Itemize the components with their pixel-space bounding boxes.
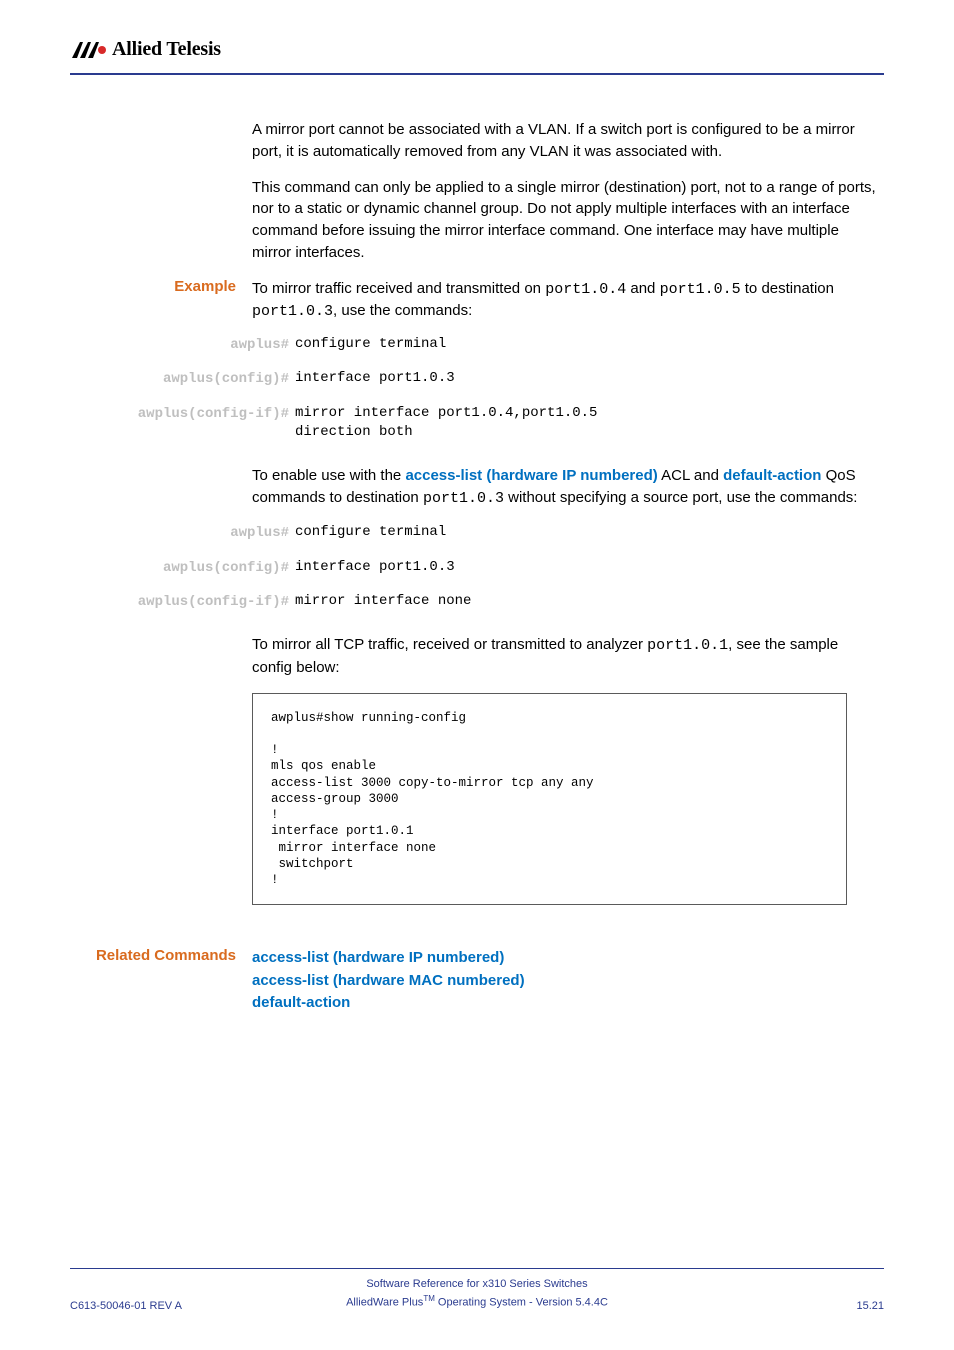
command-text: interface port1.0.3	[295, 558, 455, 578]
mirror-paragraph: To mirror all TCP traffic, received or t…	[252, 634, 882, 679]
command-text: mirror interface port1.0.4,port1.0.5 dir…	[295, 404, 606, 443]
command-prompt: awplus(config)#	[130, 369, 295, 389]
command-prompt: awplus(config)#	[130, 558, 295, 578]
command-row: awplus# configure terminal	[130, 523, 760, 543]
brand-name: Allied Telesis	[112, 38, 221, 61]
paragraph-2: This command can only be applied to a si…	[252, 177, 882, 264]
related-commands-label: Related Commands	[70, 947, 252, 1015]
config-sample-box: awplus#show running-config ! mls qos ena…	[252, 693, 847, 906]
brand-mark-icon	[70, 40, 110, 60]
header-logo: Allied Telesis	[70, 38, 884, 61]
command-row: awplus(config-if)# mirror interface none	[130, 592, 760, 612]
page-footer: C613-50046-01 REV A Software Reference f…	[70, 1268, 884, 1312]
command-text: configure terminal	[295, 523, 446, 543]
footer-title: Software Reference for x310 Series Switc…	[341, 1277, 612, 1312]
command-block-1: awplus# configure terminal awplus(config…	[130, 335, 760, 443]
command-prompt: awplus(config-if)#	[130, 404, 295, 424]
footer-rule	[70, 1268, 884, 1269]
page: Allied Telesis A mirror port cannot be a…	[0, 0, 954, 1350]
command-text: configure terminal	[295, 335, 446, 355]
link-default-action[interactable]: default-action	[723, 467, 821, 484]
command-prompt: awplus#	[130, 523, 295, 543]
command-block-2: awplus# configure terminal awplus(config…	[130, 523, 760, 612]
command-row: awplus(config)# interface port1.0.3	[130, 558, 760, 578]
example-text: To mirror traffic received and transmitt…	[252, 278, 882, 324]
main-content: A mirror port cannot be associated with …	[70, 119, 884, 1015]
paragraph-1: A mirror port cannot be associated with …	[252, 119, 882, 163]
command-row: awplus(config)# interface port1.0.3	[130, 369, 760, 389]
footer-page-number: 15.21	[613, 1300, 884, 1312]
related-commands-links: access-list (hardware IP numbered) acces…	[252, 947, 882, 1015]
footer-doc-id: C613-50046-01 REV A	[70, 1300, 341, 1312]
link-access-list-ip[interactable]: access-list (hardware IP numbered)	[252, 947, 882, 970]
header-rule	[70, 73, 884, 75]
link-default-action[interactable]: default-action	[252, 992, 882, 1015]
related-commands-section: Related Commands access-list (hardware I…	[70, 947, 884, 1015]
enable-paragraph: To enable use with the access-list (hard…	[252, 465, 882, 510]
command-text: mirror interface none	[295, 592, 471, 612]
command-row: awplus(config-if)# mirror interface port…	[130, 404, 760, 443]
command-prompt: awplus(config-if)#	[130, 592, 295, 612]
command-prompt: awplus#	[130, 335, 295, 355]
link-access-list-ip[interactable]: access-list (hardware IP numbered)	[405, 467, 657, 484]
command-row: awplus# configure terminal	[130, 335, 760, 355]
link-access-list-mac[interactable]: access-list (hardware MAC numbered)	[252, 970, 882, 993]
example-section: Example To mirror traffic received and t…	[70, 278, 884, 324]
command-text: interface port1.0.3	[295, 369, 455, 389]
example-label: Example	[70, 278, 252, 324]
